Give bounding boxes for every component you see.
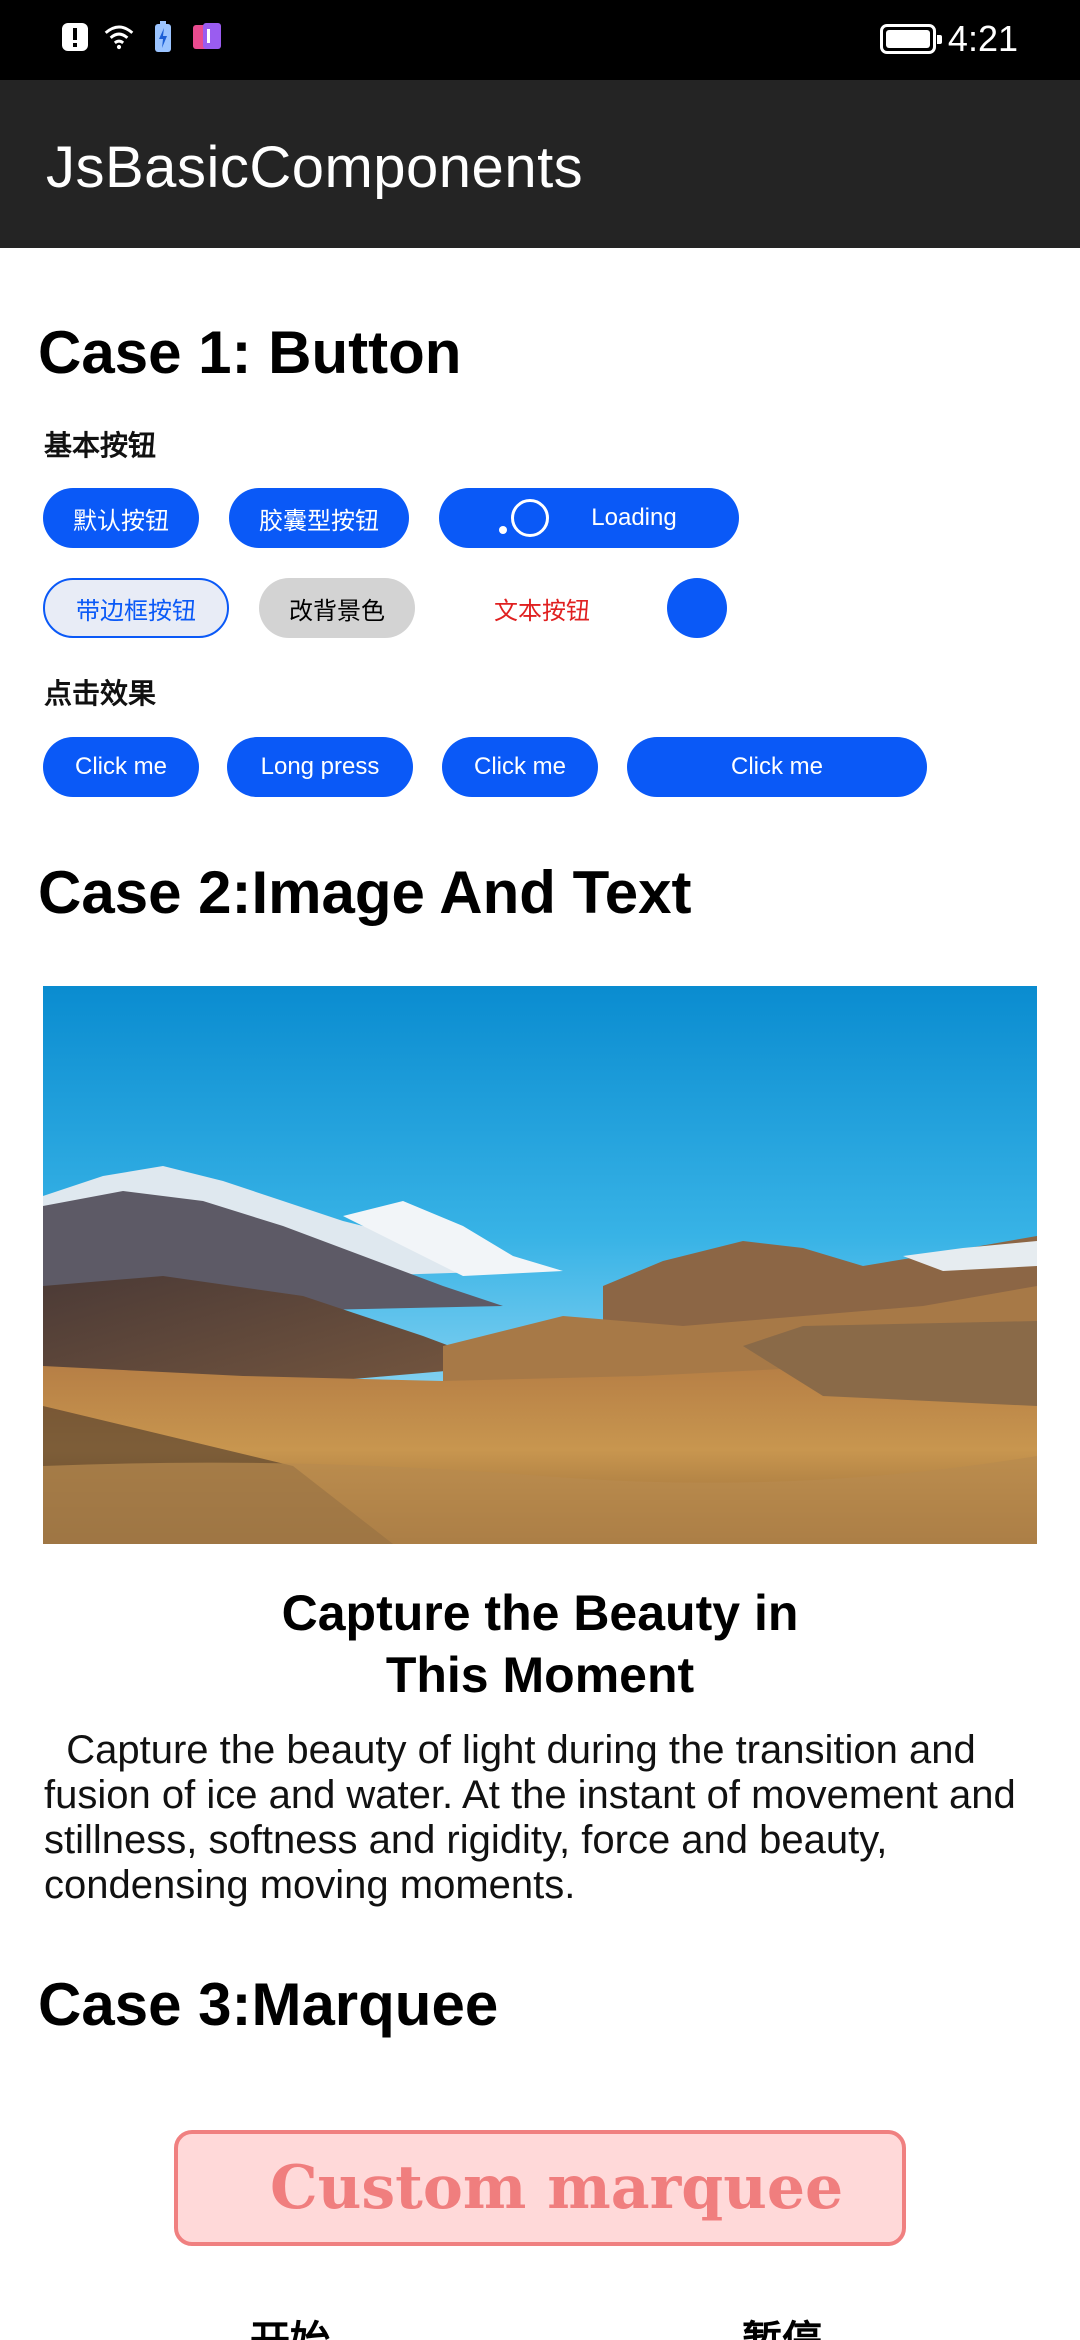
app-bar: JsBasicComponents	[0, 80, 1080, 248]
start-button[interactable]: 开始	[250, 2308, 330, 2340]
basic-buttons-label: 基本按钮	[44, 430, 157, 461]
loading-dot-icon	[499, 526, 507, 534]
image-caption: Capture the Beauty in This Moment	[281, 1585, 799, 1703]
background-color-button[interactable]: 改背景色	[259, 578, 415, 638]
case2-title: Case 2:Image And Text	[38, 859, 692, 926]
circle-button[interactable]	[667, 578, 727, 638]
capsule-button[interactable]: 胶囊型按钮	[229, 488, 409, 548]
app-notification-icon	[192, 20, 222, 54]
status-right: 4:21	[879, 18, 1018, 60]
alert-icon	[60, 20, 90, 54]
landscape-image	[43, 986, 1037, 1544]
marquee[interactable]: Custom marquee	[174, 2130, 906, 2246]
case1-title: Case 1: Button	[38, 319, 462, 386]
wifi-icon	[104, 20, 134, 54]
click-me-button-3[interactable]: Click me	[627, 737, 927, 797]
click-me-button-1[interactable]: Click me	[43, 737, 199, 797]
loading-spinner-icon	[511, 499, 549, 537]
status-bar: 4:21	[0, 0, 1080, 80]
status-icons	[60, 20, 222, 54]
long-press-button[interactable]: Long press	[227, 737, 413, 797]
pause-button[interactable]: 暂停	[742, 2308, 822, 2340]
loading-button-label: Loading	[591, 504, 677, 531]
clock: 4:21	[947, 18, 1018, 59]
click-effect-label: 点击效果	[44, 678, 157, 709]
image-description: Capture the beauty of light during the t…	[44, 1728, 1044, 1908]
case3-title: Case 3:Marquee	[38, 1971, 499, 2038]
marquee-text: Custom marquee	[270, 2153, 844, 2223]
app-title: JsBasicComponents	[46, 135, 584, 200]
image-description-text: Capture the beauty of light during the t…	[44, 1728, 1016, 1907]
bordered-button[interactable]: 带边框按钮	[43, 578, 229, 638]
click-me-button-2[interactable]: Click me	[442, 737, 598, 797]
battery-saver-icon	[148, 20, 178, 54]
loading-button[interactable]: Loading	[439, 488, 739, 548]
text-button[interactable]: 文本按钮	[462, 578, 622, 638]
default-button[interactable]: 默认按钮	[43, 488, 199, 548]
battery-icon	[879, 24, 942, 54]
